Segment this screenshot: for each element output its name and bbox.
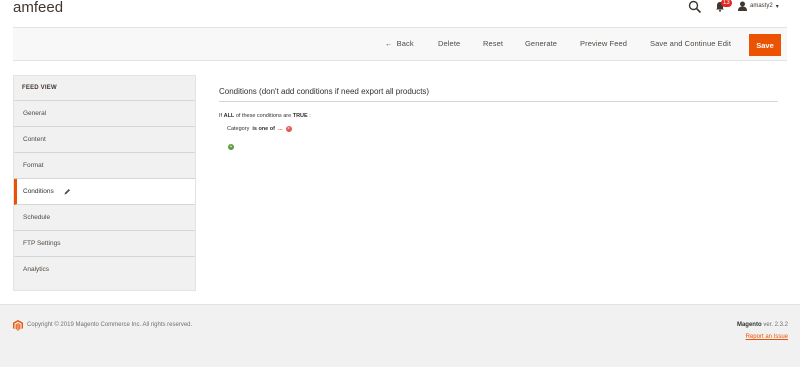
aggregator-select[interactable]: ALL xyxy=(224,113,235,119)
page-actions-toolbar: ← Back Delete Reset Generate Preview Feed… xyxy=(13,27,787,61)
sidebar-item-ftp-settings[interactable]: FTP Settings xyxy=(14,231,195,257)
copyright-text: Copyright © 2019 Magento Commerce Inc. A… xyxy=(27,322,193,328)
notification-count-badge: 13 xyxy=(721,0,732,7)
conditions-aggregator-line: If ALL of these conditions are TRUE : xyxy=(219,113,311,119)
sidebar-item-label: General xyxy=(23,110,47,117)
page-title: amfeed xyxy=(13,0,64,16)
sidebar-item-label: FTP Settings xyxy=(23,240,61,247)
sidebar-item-general[interactable]: General xyxy=(14,101,195,127)
remove-icon[interactable]: × xyxy=(285,126,292,132)
condition-if-text: If xyxy=(219,113,223,119)
conditions-section-title: Conditions (don't add conditions if need… xyxy=(219,87,430,96)
condition-rule: Category is one of ... × xyxy=(227,126,292,132)
sidebar-item-label: Analytics xyxy=(23,266,50,273)
sidebar-item-label: Content xyxy=(23,136,46,143)
save-button[interactable]: Save xyxy=(749,34,781,56)
condition-end-text: : xyxy=(309,113,311,119)
sidebar-item-label: Schedule xyxy=(23,214,51,221)
magento-logo-icon xyxy=(13,320,23,331)
page-footer: Copyright © 2019 Magento Commerce Inc. A… xyxy=(0,304,800,367)
section-divider xyxy=(219,101,778,102)
sidebar-item-label: Format xyxy=(23,162,44,169)
user-icon xyxy=(738,1,747,11)
search-icon[interactable] xyxy=(688,0,702,14)
rule-value-select[interactable]: ... xyxy=(278,126,283,132)
sidebar-item-schedule[interactable]: Schedule xyxy=(14,205,195,231)
rule-attribute: Category xyxy=(227,126,250,132)
add-condition-icon[interactable]: + xyxy=(228,144,234,150)
notifications-button[interactable]: 13 xyxy=(715,0,735,12)
pencil-icon xyxy=(64,188,70,195)
sidebar-title: FEED VIEW xyxy=(14,76,195,101)
version-info: Magento ver. 2.3.2 xyxy=(737,322,788,328)
report-issue-link[interactable]: Report an Issue xyxy=(746,334,788,340)
user-name: amasty2 xyxy=(750,3,773,9)
feed-view-sidebar: FEED VIEW General Content Format Conditi… xyxy=(13,75,196,291)
preview-feed-button[interactable]: Preview Feed xyxy=(580,39,627,48)
chevron-down-icon: ▾ xyxy=(775,3,779,10)
sidebar-item-format[interactable]: Format xyxy=(14,153,195,179)
version-number: ver. 2.3.2 xyxy=(763,322,788,328)
product-name: Magento xyxy=(736,322,762,328)
sidebar-item-conditions[interactable]: Conditions xyxy=(14,179,195,205)
sidebar-item-analytics[interactable]: Analytics xyxy=(14,257,195,283)
delete-button[interactable]: Delete xyxy=(438,39,460,48)
back-button[interactable]: ← Back xyxy=(385,39,414,48)
reset-button[interactable]: Reset xyxy=(483,39,503,48)
condition-middle-text: of these conditions are xyxy=(235,113,292,119)
sidebar-item-label: Conditions xyxy=(23,188,54,195)
generate-button[interactable]: Generate xyxy=(525,39,557,48)
save-and-continue-button[interactable]: Save and Continue Edit xyxy=(650,39,731,48)
back-button-label: Back xyxy=(396,39,414,48)
page-header: amfeed 13 amasty2 ▾ xyxy=(0,0,800,22)
rule-operator-select[interactable]: is one of xyxy=(252,126,275,132)
value-select[interactable]: TRUE xyxy=(293,113,308,119)
sidebar-item-content[interactable]: Content xyxy=(14,127,195,153)
user-menu[interactable]: amasty2 ▾ xyxy=(738,0,779,12)
arrow-left-icon: ← xyxy=(385,39,393,48)
